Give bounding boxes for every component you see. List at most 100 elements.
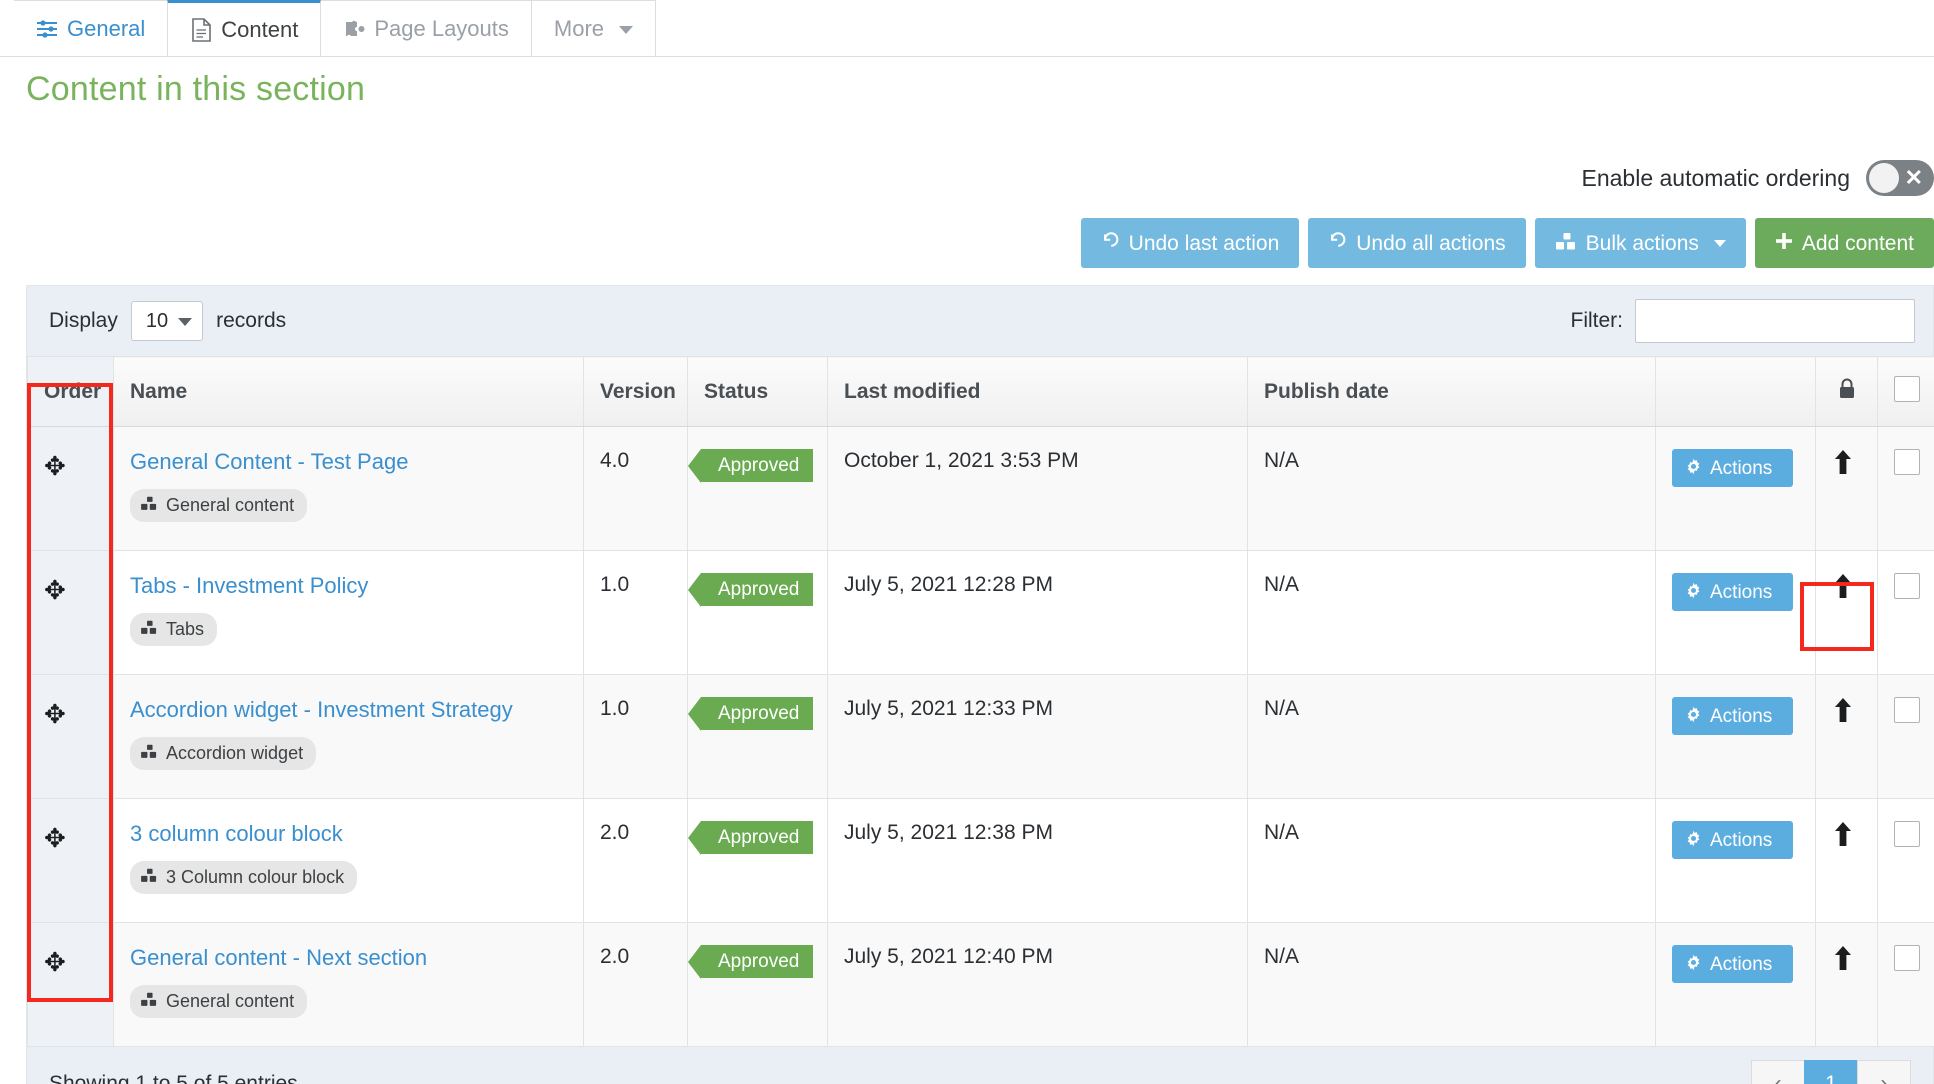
move-handle-icon[interactable]: ✥ [44, 825, 66, 851]
row-select-checkbox[interactable] [1894, 449, 1920, 475]
display-length-control: Display 10 records [49, 301, 286, 341]
row-select-cell[interactable] [1877, 550, 1934, 675]
row-order-handle-cell[interactable]: ✥ [27, 798, 114, 923]
up-arrow-icon[interactable] [1832, 698, 1854, 728]
row-actions-label: Actions [1710, 829, 1773, 851]
content-type-badge: General content [130, 489, 308, 522]
page-size-select[interactable]: 10 [130, 301, 204, 341]
row-actions-button[interactable]: Actions [1672, 449, 1794, 487]
section-tab-bar: General Content Page Layouts More [0, 0, 1934, 57]
move-handle-icon[interactable]: ✥ [44, 701, 66, 727]
row-actions-button[interactable]: Actions [1672, 821, 1794, 859]
column-header-select-all [1877, 356, 1934, 427]
undo-all-actions-button[interactable]: Undo all actions [1308, 218, 1526, 268]
column-header-publish-date[interactable]: Publish date [1247, 356, 1656, 427]
add-content-button[interactable]: Add content [1754, 218, 1934, 268]
row-move-up-cell[interactable] [1815, 550, 1878, 675]
caret-down-icon [619, 26, 634, 34]
pagination-page-1[interactable]: 1 [1804, 1060, 1858, 1084]
content-manager-page: General Content Page Layouts More Conten… [0, 0, 1934, 1084]
display-label: Display [49, 309, 118, 332]
row-move-up-cell[interactable] [1815, 674, 1878, 799]
row-name-cell: Tabs - Investment Policy Tabs [113, 550, 584, 675]
cubes-icon [140, 495, 158, 516]
row-select-cell[interactable] [1877, 922, 1934, 1047]
filter-input[interactable] [1635, 299, 1915, 343]
pagination-next[interactable]: › [1857, 1060, 1911, 1084]
pagination-previous[interactable]: ‹ [1751, 1060, 1805, 1084]
bulk-actions-button[interactable]: Bulk actions [1534, 218, 1746, 268]
status-badge: Approved [687, 697, 814, 731]
content-name-link[interactable]: General content - Next section [130, 945, 567, 971]
up-arrow-icon[interactable] [1832, 822, 1854, 852]
gear-icon [1685, 830, 1702, 851]
row-select-cell[interactable] [1877, 426, 1934, 551]
undo-last-action-button[interactable]: Undo last action [1080, 218, 1300, 268]
row-actions-cell: Actions [1655, 426, 1816, 551]
row-actions-button[interactable]: Actions [1672, 573, 1794, 611]
row-order-handle-cell[interactable]: ✥ [27, 550, 114, 675]
row-actions-cell: Actions [1655, 550, 1816, 675]
row-move-up-cell[interactable] [1815, 922, 1878, 1047]
row-select-checkbox[interactable] [1894, 821, 1920, 847]
up-arrow-icon[interactable] [1832, 946, 1854, 976]
document-icon [190, 17, 212, 42]
table-info: Showing 1 to 5 of 5 entries [49, 1072, 298, 1084]
content-name-link[interactable]: Accordion widget - Investment Strategy [130, 697, 567, 723]
row-publish-date-cell: N/A [1247, 674, 1656, 799]
row-move-up-cell[interactable] [1815, 798, 1878, 923]
column-header-status[interactable]: Status [687, 356, 828, 427]
tab-content[interactable]: Content [167, 0, 322, 56]
row-actions-button[interactable]: Actions [1672, 697, 1794, 735]
status-badge: Approved [687, 945, 814, 979]
cubes-icon [1555, 232, 1577, 255]
column-header-order[interactable]: Order [27, 356, 114, 427]
tab-general[interactable]: General [14, 0, 169, 56]
records-label: records [216, 309, 287, 332]
filter-control: Filter: [1571, 299, 1915, 343]
column-header-last-modified[interactable]: Last modified [827, 356, 1248, 427]
content-type-label: Accordion widget [166, 743, 304, 763]
close-icon: ✕ [1904, 165, 1923, 190]
auto-ordering-toggle[interactable]: ✕ [1866, 160, 1934, 196]
row-select-cell[interactable] [1877, 798, 1934, 923]
table-row: ✥ General content - Next section General… [27, 922, 1934, 1047]
column-header-actions [1655, 356, 1816, 427]
row-order-handle-cell[interactable]: ✥ [27, 426, 114, 551]
tab-more[interactable]: More [530, 0, 657, 56]
content-table: Order Name Version Status Last modified … [27, 356, 1934, 1047]
move-handle-icon[interactable]: ✥ [44, 453, 66, 479]
up-arrow-icon[interactable] [1832, 574, 1854, 604]
row-last-modified-cell: July 5, 2021 12:38 PM [827, 798, 1248, 923]
row-order-handle-cell[interactable]: ✥ [27, 674, 114, 799]
row-actions-cell: Actions [1655, 922, 1816, 1047]
gear-icon [1685, 458, 1702, 479]
content-name-link[interactable]: 3 column colour block [130, 821, 567, 847]
row-move-up-cell[interactable] [1815, 426, 1878, 551]
undo-icon [1328, 231, 1347, 255]
row-actions-label: Actions [1710, 581, 1773, 603]
content-name-link[interactable]: General Content - Test Page [130, 449, 567, 475]
row-select-checkbox[interactable] [1894, 945, 1920, 971]
chevron-down-icon [178, 318, 193, 326]
row-last-modified-cell: July 5, 2021 12:40 PM [827, 922, 1248, 1047]
select-all-checkbox[interactable] [1894, 375, 1920, 402]
move-handle-icon[interactable]: ✥ [44, 577, 66, 603]
row-select-checkbox[interactable] [1894, 697, 1920, 723]
status-badge: Approved [687, 821, 814, 855]
toggle-knob [1869, 163, 1899, 193]
column-header-name[interactable]: Name [113, 356, 584, 427]
row-select-cell[interactable] [1877, 674, 1934, 799]
row-order-handle-cell[interactable]: ✥ [27, 922, 114, 1047]
column-header-version[interactable]: Version [583, 356, 688, 427]
row-version-cell: 2.0 [583, 798, 688, 923]
row-select-checkbox[interactable] [1894, 573, 1920, 599]
tab-page-layouts[interactable]: Page Layouts [320, 0, 532, 56]
table-row: ✥ Accordion widget - Investment Strategy [27, 674, 1934, 799]
up-arrow-icon[interactable] [1832, 450, 1854, 480]
row-version-cell: 2.0 [583, 922, 688, 1047]
content-type-label: Tabs [166, 619, 205, 639]
content-name-link[interactable]: Tabs - Investment Policy [130, 573, 567, 599]
move-handle-icon[interactable]: ✥ [44, 949, 66, 975]
row-actions-button[interactable]: Actions [1672, 945, 1794, 983]
